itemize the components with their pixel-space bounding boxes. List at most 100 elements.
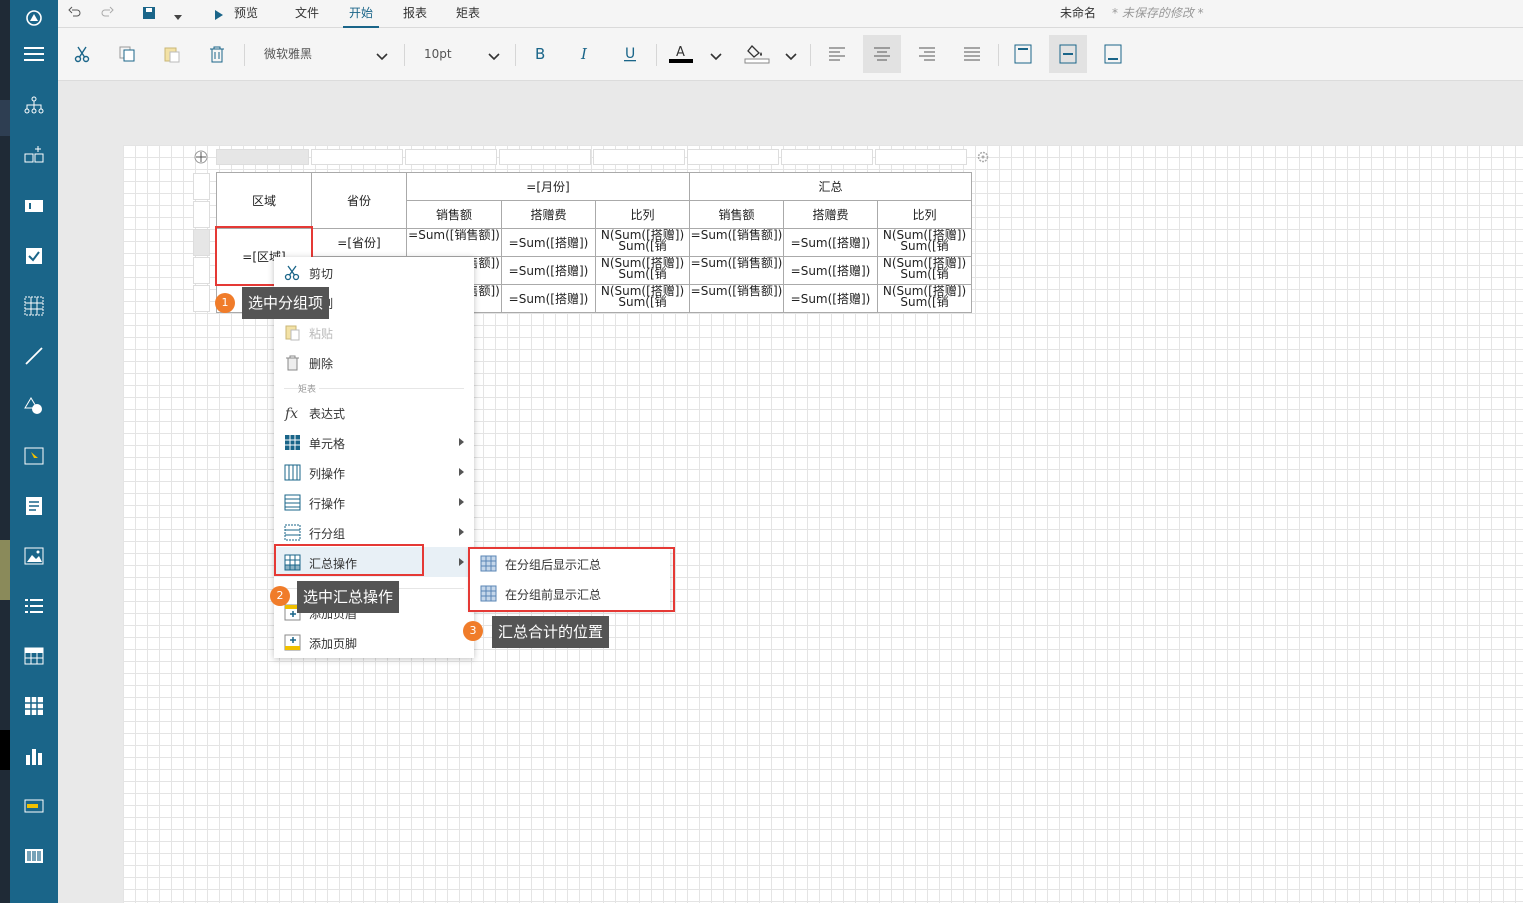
data-cell-gift[interactable]: =Sum([搭赠]) (501, 228, 596, 257)
data-cell-ratio[interactable]: N(Sum([搭赠]) Sum([销 (877, 284, 972, 313)
fill-color-button[interactable] (738, 35, 776, 73)
matrix-icon[interactable] (10, 688, 58, 724)
data-cell-ratio[interactable]: N(Sum([搭赠]) Sum([销 (877, 228, 972, 257)
data-cell-gift[interactable]: =Sum([搭赠]) (783, 228, 878, 257)
data-cell-gift[interactable]: =Sum([搭赠]) (783, 256, 878, 285)
copy-button[interactable] (108, 35, 146, 73)
delete-button[interactable] (198, 35, 236, 73)
row-handle[interactable] (193, 257, 210, 284)
document-icon[interactable] (10, 488, 58, 524)
save-dropdown-icon[interactable] (174, 10, 182, 24)
tablix-icon[interactable] (10, 638, 58, 674)
data-cell-sales[interactable]: =Sum([销售额]) (689, 256, 784, 285)
tab-matrix[interactable]: 矩表 (456, 0, 480, 28)
redo-icon[interactable] (100, 6, 114, 23)
header-cell-total[interactable]: 汇总 (689, 172, 972, 201)
data-cell-ratio[interactable]: N(Sum([搭赠]) Sum([销 (595, 284, 690, 313)
hierarchy-icon[interactable] (10, 87, 58, 123)
column-handle[interactable] (781, 149, 873, 165)
row-handle[interactable] (193, 173, 210, 200)
bar-chart-icon[interactable] (10, 738, 58, 774)
data-cell-gift[interactable]: =Sum([搭赠]) (501, 256, 596, 285)
column-handle[interactable] (687, 149, 779, 165)
paste-button[interactable] (153, 35, 191, 73)
font-size-select[interactable]: 10pt (424, 42, 452, 66)
bullet-icon[interactable] (10, 788, 58, 824)
justify-icon[interactable] (953, 35, 991, 73)
menu-item-delete[interactable]: 删除 (274, 347, 474, 377)
list-icon[interactable] (10, 588, 58, 624)
header-cell-region[interactable]: 区域 (216, 172, 312, 229)
save-icon[interactable] (142, 6, 156, 23)
column-handle[interactable] (216, 149, 309, 165)
move-handle-icon[interactable] (194, 150, 208, 167)
menu-item-column-ops[interactable]: 列操作 (274, 457, 474, 487)
cursor-icon[interactable] (10, 438, 58, 474)
align-left-icon[interactable] (818, 35, 856, 73)
add-grid-icon[interactable] (10, 137, 58, 173)
column-handle[interactable] (875, 149, 967, 165)
menu-item-cut[interactable]: 剪切 (274, 257, 474, 287)
chevron-down-icon[interactable] (488, 50, 500, 64)
image-icon[interactable] (10, 538, 58, 574)
valign-middle-icon[interactable] (1049, 35, 1087, 73)
align-right-icon[interactable] (908, 35, 946, 73)
data-cell-ratio[interactable]: N(Sum([搭赠]) Sum([销 (595, 256, 690, 285)
header-cell-ratio[interactable]: 比列 (877, 200, 972, 229)
shapes-icon[interactable] (10, 388, 58, 424)
row-handle[interactable] (193, 285, 210, 312)
row-handle[interactable] (193, 201, 210, 228)
valign-bottom-icon[interactable] (1094, 35, 1132, 73)
column-handle[interactable] (499, 149, 591, 165)
chevron-down-icon[interactable] (785, 50, 797, 64)
group-cell-province[interactable]: =[省份] (311, 228, 407, 257)
menu-item-cell[interactable]: 单元格 (274, 427, 474, 457)
column-handle[interactable] (593, 149, 685, 165)
column-handle[interactable] (311, 149, 403, 165)
header-cell-gift[interactable]: 搭赠费 (783, 200, 878, 229)
data-cell-sales[interactable]: =Sum([销售额]) (689, 284, 784, 313)
valign-top-icon[interactable] (1004, 35, 1042, 73)
line-icon[interactable] (10, 338, 58, 374)
textbox-icon[interactable] (10, 188, 58, 224)
data-cell-sales[interactable]: =Sum([销售额]) (406, 228, 502, 257)
menu-item-row-group[interactable]: 行分组 (274, 517, 474, 547)
align-center-icon[interactable] (863, 35, 901, 73)
row-handle[interactable] (193, 229, 210, 256)
menu-item-paste[interactable]: 粘贴 (274, 317, 474, 347)
font-family-select[interactable]: 微软雅黑 (264, 42, 312, 66)
tab-file[interactable]: 文件 (295, 0, 319, 28)
data-cell-sales[interactable]: =Sum([销售额]) (689, 228, 784, 257)
menu-item-add-footer[interactable]: 添加页脚 (274, 627, 474, 657)
data-cell-ratio[interactable]: N(Sum([搭赠]) Sum([销 (595, 228, 690, 257)
header-cell-ratio[interactable]: 比列 (595, 200, 690, 229)
underline-button[interactable]: U (611, 35, 649, 73)
header-cell-month[interactable]: =[月份] (406, 172, 690, 201)
header-cell-gift[interactable]: 搭赠费 (501, 200, 596, 229)
chevron-down-icon[interactable] (376, 50, 388, 64)
tab-report[interactable]: 报表 (403, 0, 427, 28)
data-cell-ratio[interactable]: N(Sum([搭赠]) Sum([销 (877, 256, 972, 285)
barcode-icon[interactable] (10, 838, 58, 874)
menu-item-row-ops[interactable]: 行操作 (274, 487, 474, 517)
checkbox-icon[interactable] (10, 238, 58, 274)
header-cell-province[interactable]: 省份 (311, 172, 407, 229)
data-cell-gift[interactable]: =Sum([搭赠]) (783, 284, 878, 313)
undo-icon[interactable] (68, 6, 82, 23)
menu-icon[interactable] (10, 36, 58, 72)
chevron-down-icon[interactable] (710, 50, 722, 64)
table-icon[interactable] (10, 288, 58, 324)
cut-button[interactable] (63, 35, 101, 73)
column-handle[interactable] (405, 149, 497, 165)
data-cell-gift[interactable]: =Sum([搭赠]) (501, 284, 596, 313)
settings-gear-icon[interactable] (977, 151, 989, 166)
logo-icon[interactable] (10, 0, 58, 36)
font-color-button[interactable]: A (662, 35, 700, 73)
menu-item-expression[interactable]: fx 表达式 (274, 397, 474, 427)
tab-start[interactable]: 开始 (343, 0, 379, 28)
header-cell-sales[interactable]: 销售额 (406, 200, 502, 229)
bold-button[interactable]: B (521, 35, 559, 73)
header-cell-sales[interactable]: 销售额 (689, 200, 784, 229)
italic-button[interactable]: I (566, 35, 604, 73)
preview-button[interactable]: 预览 (234, 0, 258, 28)
